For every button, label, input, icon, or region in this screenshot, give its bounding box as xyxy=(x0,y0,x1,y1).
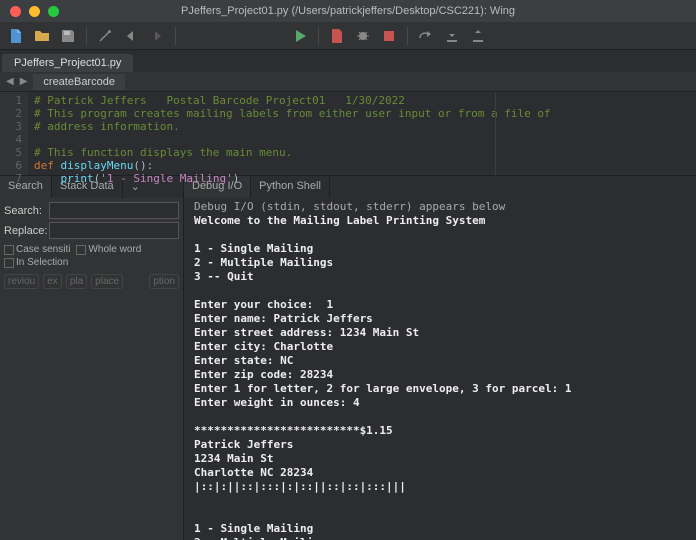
crumb-forward-icon[interactable]: ▶ xyxy=(20,76,28,87)
toolbar-separator xyxy=(318,27,319,45)
window-controls xyxy=(10,6,59,17)
search-label: Search: xyxy=(4,205,46,217)
maximize-window-button[interactable] xyxy=(48,6,59,17)
code-area[interactable]: # Patrick Jeffers Postal Barcode Project… xyxy=(28,92,696,175)
case-sensitive-checkbox[interactable]: Case sensiti xyxy=(4,244,70,255)
replace-input[interactable] xyxy=(49,222,179,239)
new-file-icon[interactable] xyxy=(6,26,26,46)
breadcrumb-row: ◀ ▶ createBarcode xyxy=(0,72,696,92)
step-into-icon[interactable] xyxy=(442,26,462,46)
toolbar-separator xyxy=(175,27,176,45)
crumb-back-icon[interactable]: ◀ xyxy=(6,76,14,87)
search-panel: Search Stack Data ⌄ Search: Replace: Cas… xyxy=(0,176,184,540)
step-out-icon[interactable] xyxy=(468,26,488,46)
console-panel: Debug I/O Python Shell Debug I/O (stdin,… xyxy=(184,176,696,540)
next-button[interactable]: ex xyxy=(43,274,62,289)
breadcrumb[interactable]: createBarcode xyxy=(33,74,125,90)
minimize-window-button[interactable] xyxy=(29,6,40,17)
replace-label: Replace: xyxy=(4,225,46,237)
wand-icon[interactable] xyxy=(95,26,115,46)
file-tab-row: PJeffers_Project01.py xyxy=(0,50,696,72)
in-selection-checkbox[interactable]: In Selection xyxy=(4,257,68,268)
stop-icon[interactable] xyxy=(379,26,399,46)
whole-word-checkbox[interactable]: Whole word xyxy=(76,244,141,255)
file-tab[interactable]: PJeffers_Project01.py xyxy=(2,54,133,72)
search-input[interactable] xyxy=(49,202,179,219)
debug-bug-icon[interactable] xyxy=(353,26,373,46)
replace-all-button[interactable]: place xyxy=(91,274,123,289)
forward-icon[interactable] xyxy=(147,26,167,46)
window-title: PJeffers_Project01.py (/Users/patrickjef… xyxy=(181,5,515,17)
toolbar-separator xyxy=(407,27,408,45)
open-folder-icon[interactable] xyxy=(32,26,52,46)
margin-guide xyxy=(495,92,496,175)
line-gutter: 1 2 3 4 5 6 7 xyxy=(0,92,28,175)
toolbar-separator xyxy=(86,27,87,45)
debug-file-icon[interactable] xyxy=(327,26,347,46)
options-button[interactable]: ption xyxy=(149,274,179,289)
run-icon[interactable] xyxy=(290,26,310,46)
replace-one-button[interactable]: pla xyxy=(66,274,87,289)
console-output[interactable]: Debug I/O (stdin, stdout, stderr) appear… xyxy=(184,198,696,540)
python-shell-tab[interactable]: Python Shell xyxy=(251,176,330,198)
code-editor[interactable]: 1 2 3 4 5 6 7 # Patrick Jeffers Postal B… xyxy=(0,92,696,176)
save-icon[interactable] xyxy=(58,26,78,46)
back-icon[interactable] xyxy=(121,26,141,46)
close-window-button[interactable] xyxy=(10,6,21,17)
title-bar: PJeffers_Project01.py (/Users/patrickjef… xyxy=(0,0,696,22)
toolbar xyxy=(0,22,696,50)
previous-button[interactable]: reviou xyxy=(4,274,39,289)
step-over-icon[interactable] xyxy=(416,26,436,46)
